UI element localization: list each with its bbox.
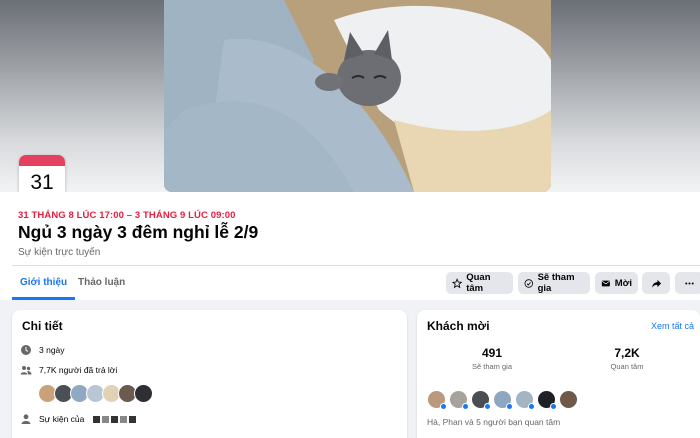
interested-label: Quan tâm <box>466 272 491 294</box>
host-row: Sự kiện của <box>20 413 137 425</box>
person-icon <box>21 414 31 424</box>
duration-text: 3 ngày <box>39 345 65 355</box>
avatar[interactable] <box>427 390 447 410</box>
avatar[interactable] <box>449 390 469 410</box>
duration-row: 3 ngày <box>20 344 65 356</box>
interested-count: 7,2K <box>614 346 640 360</box>
friends-interested-text[interactable]: Hà, Phan và 5 người bạn quan tâm <box>427 417 560 427</box>
envelope-icon <box>601 280 610 286</box>
star-icon <box>452 277 463 288</box>
event-title: Ngủ 3 ngày 3 đêm nghỉ lễ 2/9 <box>18 222 259 242</box>
invite-label: Mời <box>614 277 632 289</box>
tab-about[interactable]: Giới thiệu <box>12 268 76 300</box>
respondent-avatars[interactable] <box>38 384 153 403</box>
check-circle-icon <box>524 278 534 288</box>
invite-button[interactable]: Mời <box>595 272 638 294</box>
event-cover-photo[interactable] <box>164 0 551 192</box>
interested-button[interactable]: Quan tâm <box>446 272 513 294</box>
going-stat-label: Sẽ tham gia <box>471 362 513 371</box>
more-dots-icon <box>684 281 694 285</box>
tab-discussion[interactable]: Thảo luận <box>70 268 133 300</box>
more-button[interactable] <box>675 272 700 294</box>
going-button[interactable]: Sẽ tham gia <box>518 272 590 294</box>
details-title: Chi tiết <box>22 319 63 333</box>
host-prefix: Sự kiện của <box>39 414 85 424</box>
interested-stat-label: Quan tâm <box>610 362 644 371</box>
avatar[interactable] <box>471 390 491 410</box>
avatar[interactable] <box>515 390 535 410</box>
see-all-link[interactable]: Xem tất cả <box>651 321 694 331</box>
people-icon <box>20 366 32 375</box>
event-type: Sự kiện trực tuyến <box>18 247 101 258</box>
avatar[interactable] <box>559 390 578 409</box>
going-count: 491 <box>481 346 503 360</box>
friend-avatars[interactable] <box>427 390 581 410</box>
event-time-range: 31 THÁNG 8 LÚC 17:00 – 3 THÁNG 9 LÚC 09:… <box>18 210 236 221</box>
avatar[interactable] <box>134 384 153 403</box>
share-button[interactable] <box>642 272 670 294</box>
guests-title: Khách mời <box>427 319 490 333</box>
clock-icon <box>21 345 31 355</box>
interested-stat[interactable]: 7,2K Quan tâm <box>582 346 672 371</box>
header-divider <box>12 265 700 266</box>
going-stat[interactable]: 491 Sẽ tham gia <box>447 346 537 371</box>
going-label: Sẽ tham gia <box>537 272 575 294</box>
responses-text: 7,7K người đã trả lời <box>39 365 118 375</box>
avatar[interactable] <box>493 390 513 410</box>
details-card: Chi tiết 3 ngày 7,7K người đã trả lời Sự… <box>12 310 407 438</box>
avatar[interactable] <box>537 390 557 410</box>
calendar-header <box>19 155 65 166</box>
responses-row: 7,7K người đã trả lời <box>20 364 117 376</box>
share-arrow-icon <box>651 279 661 288</box>
host-name-obscured[interactable] <box>91 414 137 424</box>
